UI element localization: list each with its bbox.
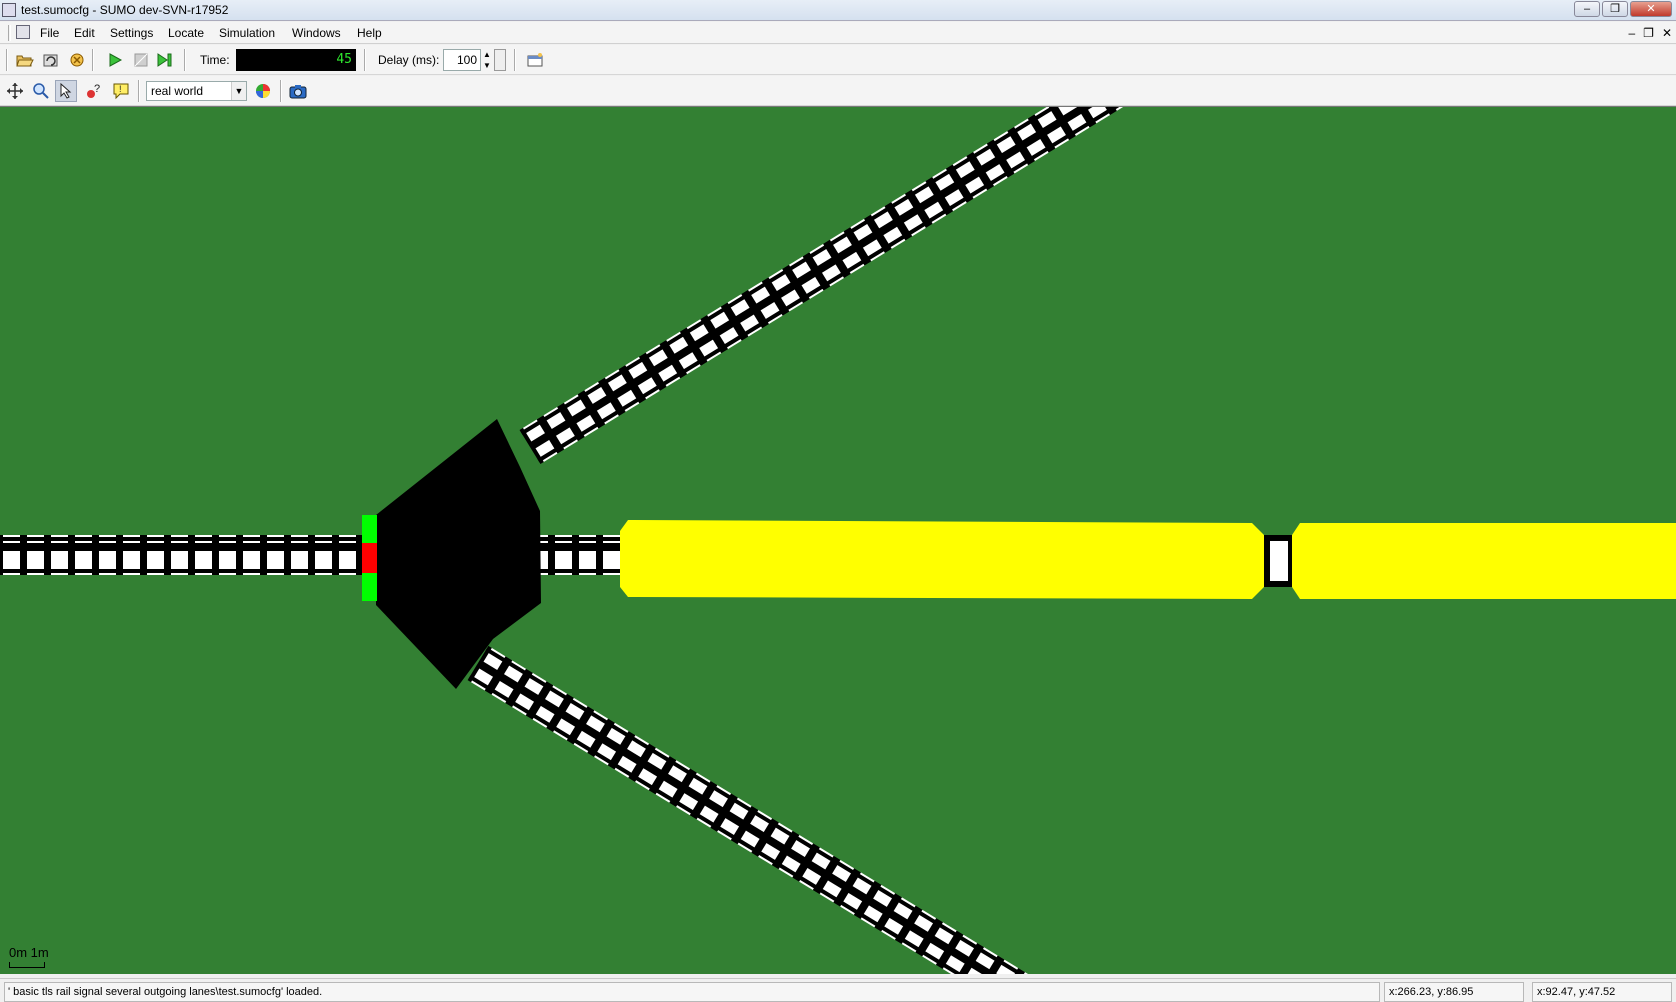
view-toolbar: ? ! real world ▼ [0,76,1676,106]
delay-spinner[interactable]: ▲ ▼ [482,49,492,71]
status-message: ' basic tls rail signal several outgoing… [4,982,1380,1002]
menu-bar: File Edit Settings Locate Simulation Win… [0,22,1676,44]
network-view[interactable]: 0m 1m [0,106,1676,974]
window-controls: – ❐ ✕ [1574,1,1672,17]
color-scheme-select[interactable]: real world ▼ [146,81,247,101]
window-title: test.sumocfg - SUMO dev-SVN-r17952 [21,3,229,17]
toolbar-separator [364,49,366,71]
menu-edit[interactable]: Edit [74,26,95,40]
lower-outgoing-rail-edge[interactable] [467,645,1070,974]
mdi-minimize-button[interactable]: – [1628,26,1635,40]
close-button[interactable]: ✕ [1630,1,1672,17]
svg-text:!: ! [119,84,122,94]
toolbar-separator [184,49,186,71]
delay-label: Delay (ms): [378,53,440,67]
svg-text:?: ? [94,83,100,95]
menu-grip [8,25,11,41]
scale-bar [9,962,45,968]
color-scheme-value: real world [151,84,204,98]
recenter-icon[interactable] [4,80,26,102]
open-icon[interactable] [14,49,36,71]
toolbar-separator [92,49,94,71]
menu-file[interactable]: File [40,26,59,40]
locate-select-icon[interactable] [55,80,77,102]
menu-locate[interactable]: Locate [168,26,204,40]
stop-icon[interactable] [130,49,152,71]
minimize-button[interactable]: – [1574,1,1600,17]
mdi-close-button[interactable]: ✕ [1662,26,1672,40]
app-icon [2,3,16,17]
delay-slider[interactable] [494,49,506,71]
menu-simulation[interactable]: Simulation [219,26,275,40]
title-bar: test.sumocfg - SUMO dev-SVN-r17952 – ❐ ✕ [0,0,1676,21]
chevron-down-icon[interactable]: ▼ [231,82,246,100]
tooltip-icon[interactable]: ! [110,80,132,102]
rail-signal[interactable] [362,515,377,601]
document-icon[interactable] [16,25,30,39]
query-icon[interactable]: ? [82,80,104,102]
scale-label: 0m 1m [9,945,49,960]
network-drawing [0,107,1676,974]
toolbar-separator [280,80,282,102]
simulation-toolbar: Time: 45 Delay (ms): 100 ▲ ▼ [0,45,1676,75]
reload-icon[interactable] [40,49,62,71]
spin-down-icon[interactable]: ▼ [482,60,492,71]
toolbar-separator [138,80,140,102]
maximize-button[interactable]: ❐ [1602,1,1628,17]
mdi-controls: – ❐ ✕ [1628,26,1672,40]
menu-help[interactable]: Help [357,26,382,40]
train-vehicle[interactable] [620,520,1676,599]
new-view-icon[interactable] [524,49,546,71]
upper-outgoing-rail-edge[interactable] [519,107,1308,465]
mdi-restore-button[interactable]: ❐ [1643,26,1654,40]
rail-junction[interactable] [376,419,541,689]
menu-windows[interactable]: Windows [292,26,341,40]
delay-input[interactable]: 100 [443,49,481,71]
close-network-icon[interactable] [66,49,88,71]
color-wheel-icon[interactable] [252,80,274,102]
menu-settings[interactable]: Settings [110,26,153,40]
geo-coordinates: x:92.47, y:47.52 [1532,982,1672,1002]
screenshot-icon[interactable] [287,80,309,102]
step-icon[interactable] [154,49,176,71]
time-display: 45 [236,49,356,71]
time-label: Time: [200,53,230,67]
incoming-rail-edge[interactable] [0,535,362,575]
toolbar-separator [514,49,516,71]
toolbar-separator [6,49,8,71]
zoom-icon[interactable] [30,80,52,102]
spin-up-icon[interactable]: ▲ [482,49,492,60]
run-icon[interactable] [104,49,126,71]
network-coordinates: x:266.23, y:86.95 [1384,982,1524,1002]
status-bar: ' basic tls rail signal several outgoing… [0,978,1676,1002]
